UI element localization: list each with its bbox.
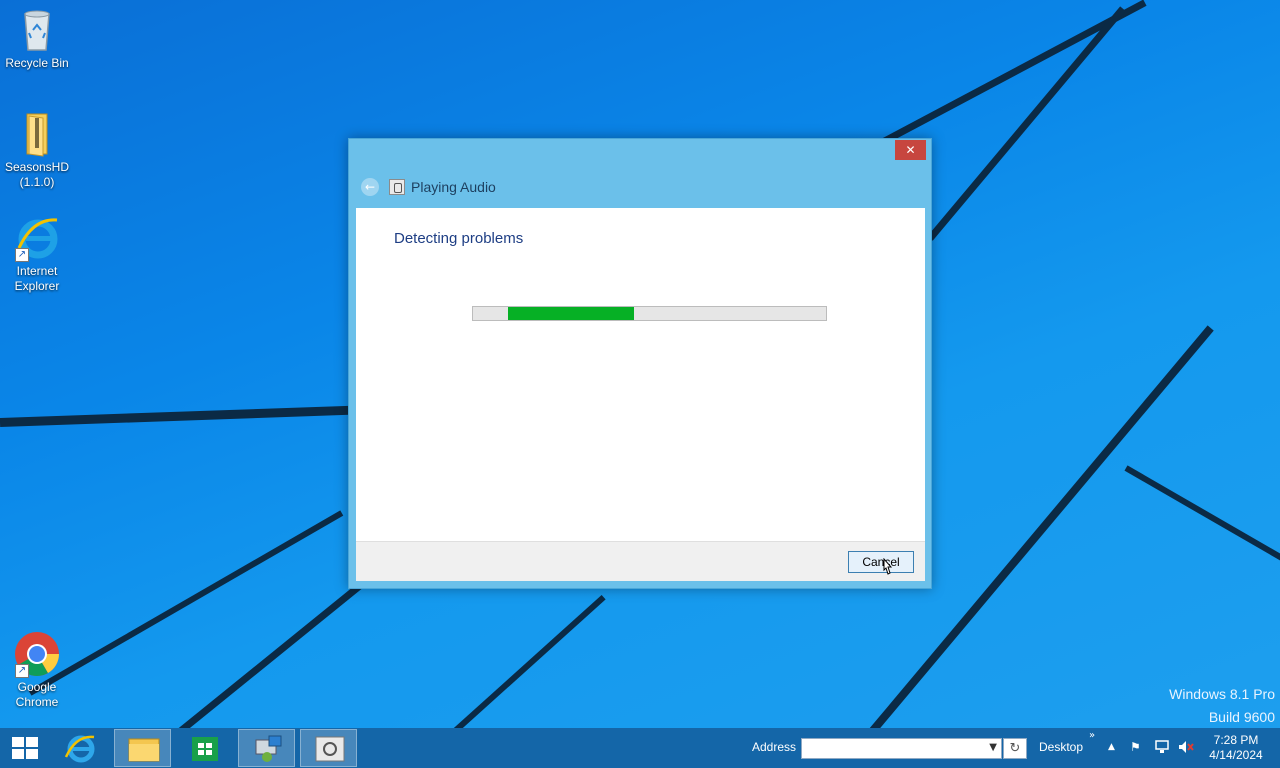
chrome-icon: ↗ (13, 630, 61, 678)
recycle-bin-icon (13, 6, 61, 54)
shortcut-arrow-icon: ↗ (15, 664, 29, 678)
taskbar-windows-store[interactable] (176, 729, 233, 767)
internet-explorer-icon: ↗ (13, 214, 61, 262)
refresh-icon[interactable]: ↻ (1003, 738, 1027, 759)
address-input[interactable]: ▼ (801, 738, 1002, 759)
dialog-header: ← Playing Audio (361, 177, 496, 197)
dialog-body: Detecting problems (356, 208, 925, 541)
desktop-icon-label: Google Chrome (15, 680, 59, 709)
store-icon (192, 737, 218, 761)
desktop-icon-internet-explorer[interactable]: ↗ Internet Explorer (0, 214, 74, 294)
chevron-down-icon[interactable]: ▼ (989, 742, 997, 753)
start-button[interactable] (12, 737, 38, 759)
installer-icon (255, 735, 282, 762)
taskbar-installer[interactable] (238, 729, 295, 767)
address-toolbar-label: Address (752, 740, 797, 754)
desktop-icon-seasonshd[interactable]: SeasonsHD (1.1.0) (0, 110, 74, 190)
desktop-icon-google-chrome[interactable]: ↗ Google Chrome (0, 630, 74, 710)
shortcut-arrow-icon: ↗ (15, 248, 29, 262)
desktop-icon-label: Internet Explorer (14, 264, 60, 293)
troubleshooter-dialog: ✕ ← Playing Audio Detecting problems Can… (348, 138, 932, 589)
wallpaper-line (1124, 465, 1280, 566)
folder-icon (128, 738, 160, 762)
toolbar-overflow-icon[interactable]: » (1089, 730, 1095, 741)
wallpaper-line (28, 510, 344, 696)
taskbar-internet-explorer[interactable] (52, 729, 109, 767)
action-center-flag-icon[interactable]: ⚑ (1130, 740, 1141, 754)
wallpaper-line (927, 6, 1126, 241)
progress-fill (508, 307, 634, 320)
desktop-icon-recycle-bin[interactable]: Recycle Bin (0, 6, 74, 71)
clock-date: 4/14/2024 (1209, 748, 1263, 762)
back-arrow-icon[interactable]: ← (361, 178, 379, 196)
internet-explorer-icon (64, 735, 95, 763)
audio-troubleshooter-icon (389, 179, 405, 195)
taskbar-clock[interactable]: 7:28 PM 4/14/2024 (1198, 733, 1274, 763)
audio-troubleshooter-icon (315, 736, 345, 762)
mouse-cursor-icon (883, 558, 893, 575)
taskbar: Address ▼ ↻ Desktop » ▲ ⚑ 7:28 PM 4/14/2… (0, 728, 1280, 768)
windows-watermark: Windows 8.1 Pro Build 9600 (1169, 683, 1275, 729)
desktop-icon-label: Recycle Bin (5, 56, 69, 70)
progress-bar (472, 306, 827, 321)
desktop-icon-label: SeasonsHD (1.1.0) (4, 160, 70, 189)
dialog-title: Playing Audio (411, 179, 496, 195)
watermark-edition: Windows 8.1 Pro (1169, 686, 1275, 702)
wallpaper-line (452, 594, 606, 734)
taskbar-troubleshooter[interactable] (300, 729, 357, 767)
volume-muted-icon[interactable] (1178, 740, 1194, 757)
wallpaper-line (0, 405, 360, 427)
watermark-build: Build 9600 (1208, 709, 1275, 725)
show-hidden-icons-icon[interactable]: ▲ (1108, 742, 1115, 752)
close-button[interactable]: ✕ (895, 140, 926, 160)
folder-zip-icon (13, 110, 61, 158)
dialog-footer: Cancel (356, 541, 925, 581)
status-heading: Detecting problems (394, 230, 524, 247)
taskbar-file-explorer[interactable] (114, 729, 171, 767)
clock-time: 7:28 PM (1213, 733, 1259, 747)
network-icon[interactable] (1154, 740, 1170, 757)
desktop-toolbar-label[interactable]: Desktop (1039, 740, 1083, 754)
